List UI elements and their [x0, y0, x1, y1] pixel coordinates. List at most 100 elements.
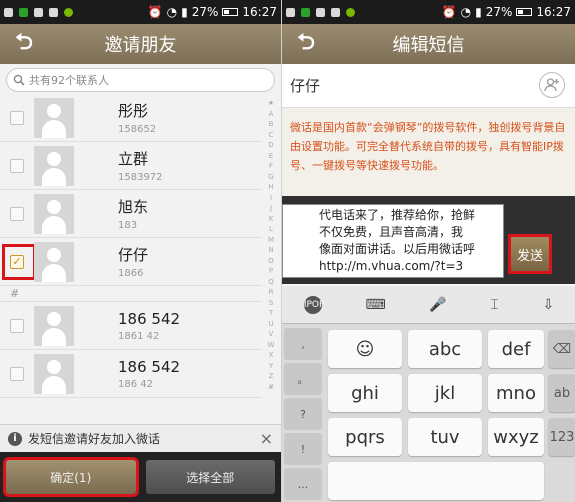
message-line: 代电话来了，推荐给你，抢鲜: [319, 208, 476, 222]
compose-area: 代电话来了，推荐给你，抢鲜 不仅免费，且声音高清，我 像面对面讲话。以后用微话呼…: [282, 196, 575, 284]
keyboard: , 。 ? ! ... ☺ abc def ⌫ ghi jkl mno ab p…: [282, 324, 575, 502]
contact-name: 旭东: [118, 198, 149, 216]
index-letter[interactable]: G: [265, 172, 277, 183]
index-letter[interactable]: L: [265, 224, 277, 235]
back-button[interactable]: ⮌: [0, 25, 48, 63]
index-letter[interactable]: K: [265, 214, 277, 225]
contact-checkbox[interactable]: [10, 318, 24, 333]
letters-key[interactable]: ab: [548, 374, 575, 412]
usb-icon: [4, 7, 13, 17]
index-letter[interactable]: Q: [265, 277, 277, 288]
index-letter[interactable]: H: [265, 182, 277, 193]
index-letter[interactable]: N: [265, 245, 277, 256]
message-input[interactable]: 代电话来了，推荐给你，抢鲜 不仅免费，且声音高清，我 像面对面讲话。以后用微话呼…: [282, 204, 504, 278]
key-ghi[interactable]: ghi: [328, 374, 402, 412]
punct-key[interactable]: 。: [284, 363, 322, 395]
contact-row[interactable]: 186 542 186 42: [0, 350, 262, 398]
index-letter[interactable]: Z: [265, 371, 277, 382]
close-icon[interactable]: ×: [260, 429, 273, 448]
index-letter[interactable]: F: [265, 161, 277, 172]
wifi-icon: ◔: [460, 5, 472, 19]
index-letter[interactable]: ★: [265, 98, 277, 109]
index-letter[interactable]: W: [265, 340, 277, 351]
key-wxyz[interactable]: wxyz: [488, 418, 544, 456]
index-letter[interactable]: Y: [265, 361, 277, 372]
contact-checkbox[interactable]: [10, 110, 24, 125]
punctuation-column: , 。 ? ! ...: [284, 328, 322, 502]
index-letter[interactable]: C: [265, 130, 277, 141]
contact-name: 仔仔: [118, 246, 149, 264]
contact-checkbox[interactable]: [10, 158, 24, 173]
punct-key[interactable]: ?: [284, 398, 322, 430]
keyboard-icon[interactable]: ⌨: [365, 297, 385, 313]
avatar: [34, 241, 74, 282]
index-letter[interactable]: V: [265, 329, 277, 340]
key-mno[interactable]: mno: [488, 374, 544, 412]
message-line: 不仅免费，且声音高清，我: [319, 225, 464, 239]
index-letter[interactable]: X: [265, 350, 277, 361]
add-contact-button[interactable]: [539, 72, 565, 98]
search-input[interactable]: 共有92个联系人: [6, 68, 275, 92]
ipop-icon[interactable]: IPOP: [303, 295, 324, 314]
contact-row[interactable]: 旭东 183: [0, 190, 262, 238]
recipient-field[interactable]: 仔仔: [282, 64, 575, 108]
index-letter[interactable]: T: [265, 308, 277, 319]
contact-checkbox[interactable]: [10, 206, 24, 221]
notification-icon: [34, 7, 43, 17]
avatar: [34, 193, 74, 234]
punct-key[interactable]: !: [284, 433, 322, 465]
section-header: #: [0, 286, 262, 302]
back-button[interactable]: ⮌: [282, 25, 330, 63]
emoji-key[interactable]: ☺: [328, 330, 402, 368]
contact-checkbox[interactable]: [10, 366, 24, 381]
wifi-icon: ◔: [166, 5, 178, 19]
battery-icon: [222, 8, 239, 16]
key-pqrs[interactable]: pqrs: [328, 418, 402, 456]
numbers-key[interactable]: 123: [548, 418, 575, 456]
key-tuv[interactable]: tuv: [408, 418, 482, 456]
index-letter[interactable]: S: [265, 298, 277, 309]
contact-phone: 183: [118, 220, 138, 231]
contact-row[interactable]: 彤彤 158652: [0, 94, 262, 142]
app-icon: [346, 7, 355, 17]
index-letter[interactable]: U: [265, 319, 277, 330]
cursor-icon[interactable]: ⌶: [490, 297, 498, 313]
index-letter[interactable]: R: [265, 287, 277, 298]
microphone-icon[interactable]: 🎤: [429, 297, 446, 313]
key-def[interactable]: def: [488, 330, 544, 368]
contact-name: 立群: [118, 150, 149, 168]
index-letter[interactable]: E: [265, 151, 277, 162]
key-jkl[interactable]: jkl: [408, 374, 482, 412]
send-button[interactable]: 发送: [508, 234, 552, 274]
selection-highlight: [2, 244, 36, 280]
index-letter[interactable]: B: [265, 119, 277, 130]
info-icon: i: [8, 431, 22, 446]
invite-hint-bar: i 发短信邀请好友加入微话 ×: [0, 424, 281, 452]
punct-key[interactable]: ...: [284, 468, 322, 500]
index-letter[interactable]: J: [265, 203, 277, 214]
contact-row-selected[interactable]: 仔仔 1866: [0, 238, 262, 286]
index-letter[interactable]: P: [265, 266, 277, 277]
index-letter[interactable]: I: [265, 193, 277, 204]
keyboard-toolbar: IPOP ⌨ 🎤 ⌶ ⇩: [282, 286, 575, 324]
index-letter[interactable]: M: [265, 235, 277, 246]
confirm-button[interactable]: 确定(1): [6, 460, 136, 494]
message-line: 像面对面讲话。以后用微话呼: [319, 242, 476, 256]
punct-key[interactable]: ,: [284, 328, 322, 360]
avatar: [34, 305, 74, 346]
signal-icon: ▮: [475, 5, 482, 19]
index-letter[interactable]: #: [265, 382, 277, 393]
hide-keyboard-icon[interactable]: ⇩: [542, 297, 554, 313]
index-letter[interactable]: O: [265, 256, 277, 267]
index-letter[interactable]: A: [265, 109, 277, 120]
key-abc[interactable]: abc: [408, 330, 482, 368]
avatar: [34, 97, 74, 138]
contact-row[interactable]: 立群 1583972: [0, 142, 262, 190]
alphabet-index[interactable]: ★ A B C D E F G H I J K L M N O P Q R S T U V W X Y Z #: [265, 98, 277, 392]
index-letter[interactable]: D: [265, 140, 277, 151]
select-all-button[interactable]: 选择全部: [145, 460, 275, 494]
space-key[interactable]: [328, 462, 544, 500]
delete-key[interactable]: ⌫: [548, 330, 575, 368]
contact-row[interactable]: 186 542 1861 42: [0, 302, 262, 350]
title-bar: ⮌ 编辑短信: [282, 24, 575, 64]
